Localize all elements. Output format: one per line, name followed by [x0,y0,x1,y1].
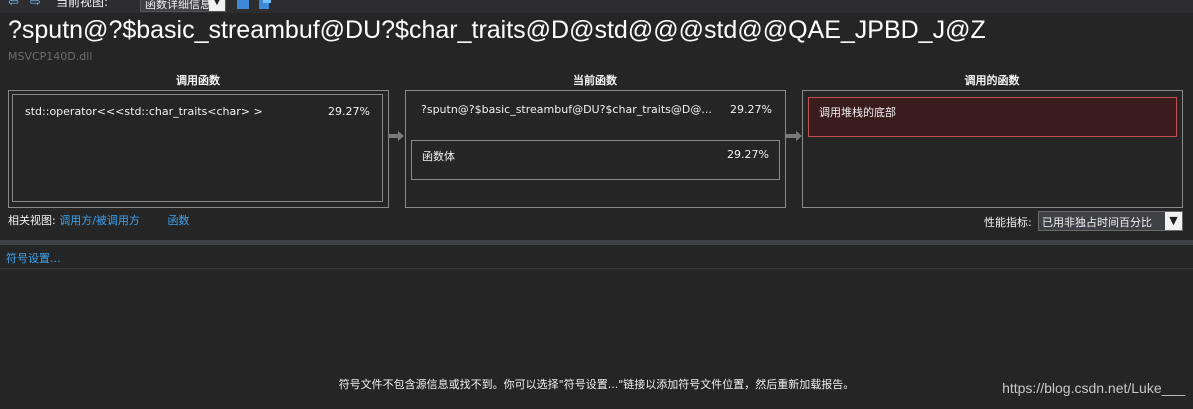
arrow-right-icon [786,131,802,141]
function-title: ?sputn@?$basic_streambuf@DU?$char_traits… [8,16,986,44]
forward-arrow-icon[interactable]: ⇨ [30,0,41,10]
caller-callee-link[interactable]: 调用方/被调用方 [59,214,140,227]
symbol-settings-bar: 符号设置... [0,246,1193,269]
module-name: MSVCP140D.dll [8,50,93,63]
current-view-label: 当前视图: [56,0,109,9]
current-function-name: ?sputn@?$basic_streambuf@DU?$char_traits… [421,103,712,116]
called-function-item[interactable]: 调用堆栈的底部 [808,97,1177,137]
current-function-panel: ?sputn@?$basic_streambuf@DU?$char_traits… [405,90,786,208]
called-functions-panel: 调用堆栈的底部 [802,90,1183,208]
symbol-settings-link[interactable]: 符号设置... [6,250,61,266]
save-icon[interactable] [236,0,250,10]
calling-function-percent: 29.27% [328,105,370,118]
chevron-down-icon[interactable]: ▼ [1165,212,1182,230]
calling-functions-panel: std::operator<<<std::char_traits<char> >… [8,90,389,208]
current-function-header: 当前函数 [573,74,617,87]
back-arrow-icon[interactable]: ⇦ [8,0,19,10]
section-divider [0,240,1193,245]
export-icon[interactable] [258,0,272,10]
metric-select-value: 已用非独占时间百分比 [1042,216,1152,229]
arrow-right-icon [388,131,404,141]
chevron-down-icon[interactable]: ▼ [209,0,225,11]
calling-function-item[interactable]: std::operator<<<std::char_traits<char> >… [12,94,383,202]
function-body-percent: 29.27% [727,148,769,161]
function-body-item[interactable]: 函数体 29.27% [411,140,780,180]
called-functions-header: 调用的函数 [964,74,1020,87]
calling-function-name: std::operator<<<std::char_traits<char> > [25,105,263,118]
metric-label: 性能指标: [984,216,1032,229]
current-function-percent: 29.27% [730,103,772,116]
functions-link[interactable]: 函数 [167,214,189,227]
calling-functions-header: 调用函数 [176,74,220,87]
function-body-label: 函数体 [422,150,455,163]
view-select[interactable]: 函数详细信息 ▼ [140,0,226,12]
called-function-name: 调用堆栈的底部 [819,106,896,119]
watermark: https://blog.csdn.net/Luke___ [1002,380,1185,396]
metric-select[interactable]: 已用非独占时间百分比 ▼ [1038,211,1183,231]
toolbar: ⇦ ⇨ 当前视图: 函数详细信息 ▼ [0,0,1193,13]
view-select-value: 函数详细信息 [145,0,211,11]
related-views: 相关视图: 调用方/被调用方 函数 [8,212,189,228]
related-views-label: 相关视图: [8,214,56,227]
